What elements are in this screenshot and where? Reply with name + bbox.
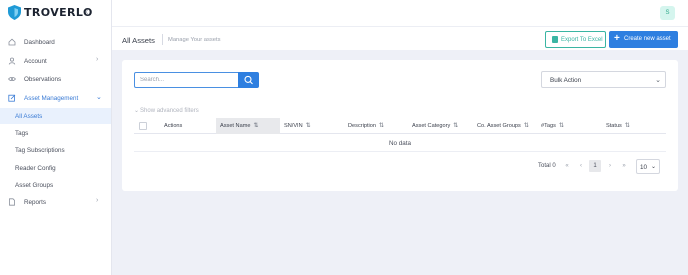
- sort-icon[interactable]: ⇅: [379, 123, 384, 129]
- page-subtitle: Manage Your assets: [168, 36, 221, 43]
- column-header-tags[interactable]: #Tags ⇅: [541, 118, 564, 134]
- chevron-down-icon: ⌄: [134, 108, 140, 114]
- column-header-actions: Actions: [164, 123, 183, 129]
- column-header-co-asset-groups[interactable]: Co. Asset Groups ⇅: [477, 118, 529, 134]
- page-size-value: 10: [640, 163, 648, 171]
- sidebar-item-label: Dashboard: [24, 39, 55, 46]
- column-header-status[interactable]: Status ⇅: [606, 118, 630, 134]
- sidebar-subitem-label: All Assets: [15, 113, 43, 120]
- sort-icon[interactable]: ⇅: [559, 123, 564, 129]
- sidebar-subitem-reader-config[interactable]: Reader Config: [0, 160, 111, 176]
- sidebar-subitem-tag-subscriptions[interactable]: Tag Subscriptions: [0, 142, 111, 158]
- sidebar-item-reports[interactable]: Reports ›: [0, 193, 111, 211]
- sort-icon[interactable]: ⇅: [453, 123, 458, 129]
- select-all-checkbox[interactable]: [139, 122, 147, 130]
- sort-icon[interactable]: ⇅: [625, 123, 630, 129]
- column-header-description[interactable]: Description ⇅: [348, 118, 384, 134]
- sidebar-subitem-label: Reader Config: [15, 165, 56, 172]
- home-icon: [8, 38, 16, 46]
- column-header-asset-name[interactable]: Asset Name ⇅: [216, 118, 280, 134]
- collapse-sidebar-icon[interactable]: ‹: [85, 6, 89, 18]
- top-bar: [112, 0, 688, 26]
- last-page-button[interactable]: »: [618, 160, 630, 172]
- shield-logo-icon: [8, 5, 21, 20]
- sidebar-item-observations[interactable]: Observations: [0, 70, 111, 88]
- first-page-button[interactable]: «: [561, 160, 573, 172]
- sidebar-item-label: Asset Management: [24, 95, 79, 102]
- total-count: Total 0: [538, 163, 556, 169]
- search-input[interactable]: [134, 72, 239, 88]
- search-icon: [244, 75, 253, 85]
- sort-icon[interactable]: ⇅: [306, 123, 311, 129]
- create-new-asset-button[interactable]: + Create new asset: [609, 31, 678, 48]
- sidebar-item-dashboard[interactable]: Dashboard: [0, 33, 111, 51]
- sidebar-item-label: Observations: [24, 76, 62, 83]
- search-button[interactable]: [238, 72, 259, 88]
- sidebar-item-label: Reports: [24, 199, 47, 206]
- page-number-button[interactable]: 1: [589, 160, 601, 172]
- sidebar-subitem-tags[interactable]: Tags: [0, 125, 111, 141]
- empty-table-message: No data: [134, 135, 666, 152]
- advanced-filters-label: Show advanced filters: [140, 108, 199, 114]
- prev-page-button[interactable]: ‹: [575, 160, 587, 172]
- sidebar-item-asset-management[interactable]: Asset Management ⌄: [0, 89, 111, 107]
- excel-file-icon: [552, 36, 558, 43]
- user-avatar[interactable]: S: [660, 6, 675, 20]
- create-button-label: Create new asset: [624, 35, 671, 42]
- sidebar: TROVERLO ‹ Dashboard Account › Observati…: [0, 0, 112, 275]
- export-to-excel-button[interactable]: Export To Excel: [545, 31, 606, 48]
- table-header: Actions Asset Name ⇅ SN/VIN ⇅ Description ⇅…: [134, 118, 666, 134]
- next-page-button[interactable]: ›: [604, 160, 616, 172]
- export-button-label: Export To Excel: [561, 36, 603, 43]
- edit-icon: [8, 94, 16, 102]
- bulk-action-label: Bulk Action: [550, 77, 582, 84]
- column-header-sn-vin[interactable]: SN/VIN ⇅: [284, 118, 311, 134]
- bulk-action-select[interactable]: Bulk Action ⌄: [541, 71, 666, 88]
- user-icon: [8, 57, 16, 65]
- brand-name: TROVERLO: [24, 6, 93, 19]
- sidebar-subitem-label: Asset Groups: [15, 182, 54, 189]
- sort-icon[interactable]: ⇅: [253, 123, 258, 129]
- chevron-down-icon: ⌄: [96, 94, 102, 101]
- chevron-down-icon: ⌄: [655, 77, 661, 84]
- file-icon: [9, 198, 15, 206]
- sidebar-item-account[interactable]: Account ›: [0, 52, 111, 70]
- page-header: All Assets Manage Your assets Export To …: [112, 26, 688, 50]
- chevron-right-icon: ›: [96, 197, 99, 204]
- title-divider: [162, 34, 163, 45]
- sort-icon[interactable]: ⇅: [524, 123, 529, 129]
- sidebar-subitem-label: Tags: [15, 130, 29, 137]
- sidebar-subitem-label: Tag Subscriptions: [15, 147, 65, 154]
- eye-icon: [8, 76, 16, 82]
- show-advanced-filters-link[interactable]: ⌄Show advanced filters: [134, 107, 199, 114]
- sidebar-subitem-asset-groups[interactable]: Asset Groups: [0, 177, 111, 193]
- page-title: All Assets: [122, 36, 155, 45]
- column-header-asset-category[interactable]: Asset Category ⇅: [412, 118, 458, 134]
- brand-logo[interactable]: TROVERLO: [8, 5, 93, 20]
- plus-icon: +: [614, 33, 620, 44]
- chevron-down-icon: ⌄: [650, 164, 656, 170]
- sidebar-subitem-all-assets[interactable]: All Assets: [0, 108, 111, 124]
- page-size-select[interactable]: 10 ⌄: [636, 159, 660, 174]
- sidebar-item-label: Account: [24, 58, 47, 65]
- chevron-right-icon: ›: [96, 56, 99, 63]
